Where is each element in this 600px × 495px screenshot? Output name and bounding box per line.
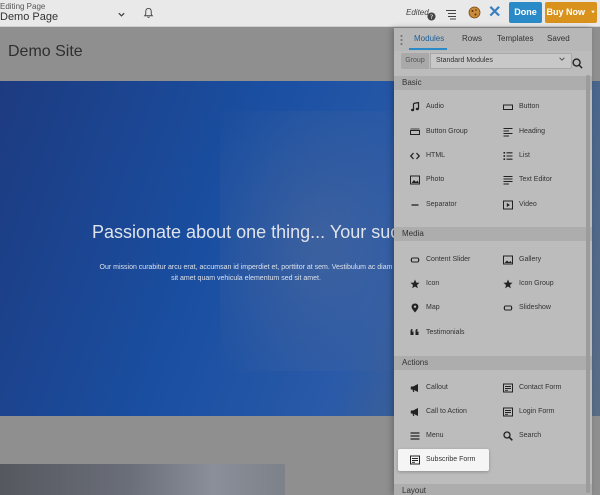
module-label: Text Editor [519, 176, 553, 183]
module-label: Content Slider [426, 256, 471, 263]
module-label: Subscribe Form [426, 456, 476, 463]
hamburger-menu-icon [410, 432, 420, 440]
music-note-icon [411, 102, 420, 112]
hero-heading: Passionate about one thing... Your succe… [92, 222, 402, 242]
outline-list-icon[interactable] [445, 7, 457, 25]
page-switcher[interactable]: Editing Page Demo Page [0, 2, 58, 24]
hero-text: Our mission curabitur arcu erat, accumsa… [99, 264, 393, 282]
module-label: Icon [426, 280, 440, 287]
text-editor-icon [503, 175, 513, 185]
section-media: Media [394, 227, 592, 241]
module-label: Gallery [519, 256, 542, 263]
svg-text:?: ? [430, 14, 433, 21]
tab-saved[interactable]: Saved [547, 34, 570, 43]
slideshow-icon [503, 305, 513, 311]
star-icon [410, 279, 420, 289]
content-photo [0, 464, 285, 495]
panel-tabs: Modules Rows Templates Saved [394, 28, 592, 51]
heading-icon [503, 127, 513, 137]
module-label: Callout [426, 384, 448, 391]
panel-scrollbar[interactable] [586, 75, 590, 493]
megaphone-icon [410, 384, 418, 393]
search-icon[interactable] [572, 56, 583, 74]
module-label: HTML [426, 152, 446, 159]
module-label: Icon Group [519, 280, 554, 287]
module-label: Search [519, 432, 542, 439]
gallery-icon [503, 255, 513, 265]
module-label: Testimonials [426, 329, 465, 336]
form-icon [410, 455, 420, 465]
edited-status: Edited [406, 8, 429, 17]
list-icon [503, 152, 513, 160]
button-group-icon [410, 128, 420, 135]
chevron-down-icon[interactable] [117, 6, 126, 24]
search-icon [503, 431, 513, 441]
active-tab-indicator [409, 48, 447, 50]
group-select-value: Standard Modules [436, 57, 493, 64]
module-label: Map [426, 304, 440, 311]
module-label: Button Group [426, 128, 468, 135]
photo-icon [410, 175, 420, 185]
module-label: Login Form [519, 408, 555, 415]
module-label: Separator [426, 201, 457, 208]
editing-label: Editing Page [0, 2, 46, 11]
help-icon[interactable]: ? [427, 8, 436, 26]
form-icon [503, 407, 513, 417]
button-icon [503, 104, 513, 110]
module-label: List [519, 152, 530, 159]
drag-handle-icon[interactable] [400, 34, 403, 45]
section-basic: Basic [394, 76, 592, 90]
module-label: Audio [426, 103, 444, 110]
star-icon [503, 279, 513, 289]
buy-now-button[interactable]: Buy Now [545, 2, 597, 23]
module-label: Slideshow [519, 304, 551, 311]
tab-templates[interactable]: Templates [497, 34, 533, 43]
top-toolbar: Editing Page Demo Page Edited ? ✕ Done B… [0, 0, 600, 27]
module-label: Photo [426, 176, 445, 183]
page-name: Demo Page [0, 11, 59, 23]
chevron-down-icon [558, 55, 566, 69]
module-label: Contact Form [519, 384, 562, 391]
group-select[interactable]: Standard Modules [430, 53, 572, 69]
code-icon [410, 152, 420, 160]
module-panel: Modules Rows Templates Saved Group Stand… [394, 28, 592, 495]
section-actions: Actions [394, 356, 592, 370]
buy-now-label: Buy Now [546, 7, 585, 17]
done-button[interactable]: Done [509, 2, 542, 23]
cookie-icon[interactable] [468, 6, 481, 24]
bell-icon[interactable] [143, 6, 154, 24]
separator-icon [411, 204, 419, 206]
close-icon[interactable]: ✕ [488, 3, 501, 23]
module-label: Heading [519, 128, 546, 135]
site-title: Demo Site [8, 43, 83, 60]
tab-rows[interactable]: Rows [462, 34, 482, 43]
video-icon [503, 200, 513, 210]
module-subscribe-form[interactable]: Subscribe Form [398, 449, 489, 471]
tab-modules[interactable]: Modules [414, 34, 444, 43]
form-icon [503, 383, 513, 393]
quote-icon [410, 329, 419, 335]
module-label: Video [519, 201, 537, 208]
group-label: Group [401, 53, 429, 69]
module-label: Menu [426, 432, 444, 439]
map-pin-icon [411, 303, 419, 313]
section-layout: Layout [394, 484, 592, 495]
module-label: Button [519, 103, 540, 110]
megaphone-icon [410, 408, 418, 417]
module-label: Call to Action [426, 408, 467, 415]
slider-icon [410, 257, 420, 263]
